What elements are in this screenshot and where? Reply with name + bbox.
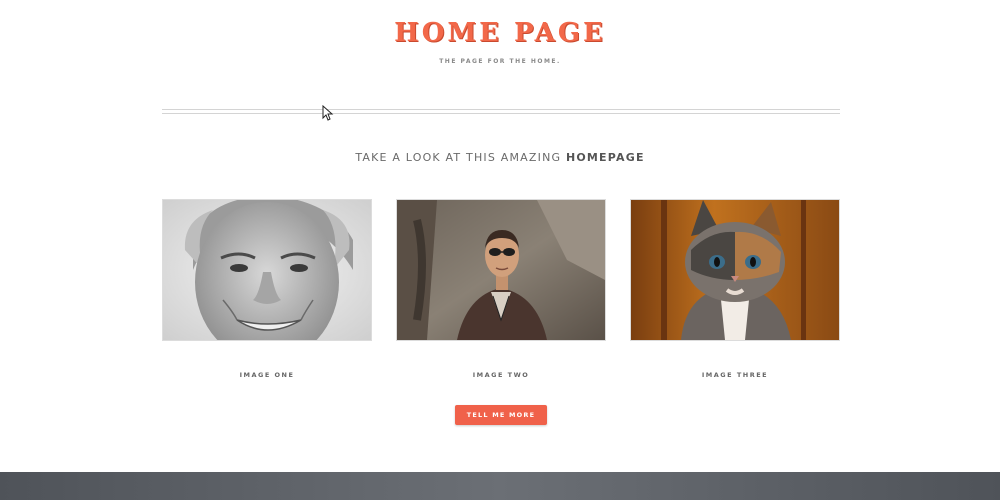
man-photo-image[interactable] (396, 199, 606, 341)
page: HOME PAGE THE PAGE FOR THE HOME. TAKE A … (0, 0, 1000, 500)
gallery-card-2[interactable]: IMAGE TWO (396, 199, 606, 379)
section-heading-emphasis: HOMEPAGE (565, 151, 645, 164)
man-illustration (397, 200, 605, 340)
portrait-image[interactable] (162, 199, 372, 341)
gallery-card-1[interactable]: IMAGE ONE (162, 199, 372, 379)
section-heading: TAKE A LOOK AT THIS AMAZING HOMEPAGE (0, 151, 1000, 164)
page-title: HOME PAGE (394, 18, 606, 48)
image-caption: IMAGE ONE (239, 371, 295, 379)
image-caption: IMAGE TWO (472, 371, 530, 379)
mouse-cursor-icon (322, 105, 334, 121)
footer (0, 472, 1000, 500)
kitten-image[interactable] (630, 199, 840, 341)
page-subtitle: THE PAGE FOR THE HOME. (439, 58, 561, 65)
kitten-illustration (631, 200, 839, 340)
image-caption: IMAGE THREE (701, 371, 769, 379)
portrait-illustration (163, 200, 371, 340)
tell-me-more-button[interactable]: TELL ME MORE (455, 405, 547, 425)
gallery-card-3[interactable]: IMAGE THREE (630, 199, 840, 379)
header-divider (162, 109, 840, 114)
section-heading-prefix: TAKE A LOOK AT THIS AMAZING (355, 151, 562, 164)
